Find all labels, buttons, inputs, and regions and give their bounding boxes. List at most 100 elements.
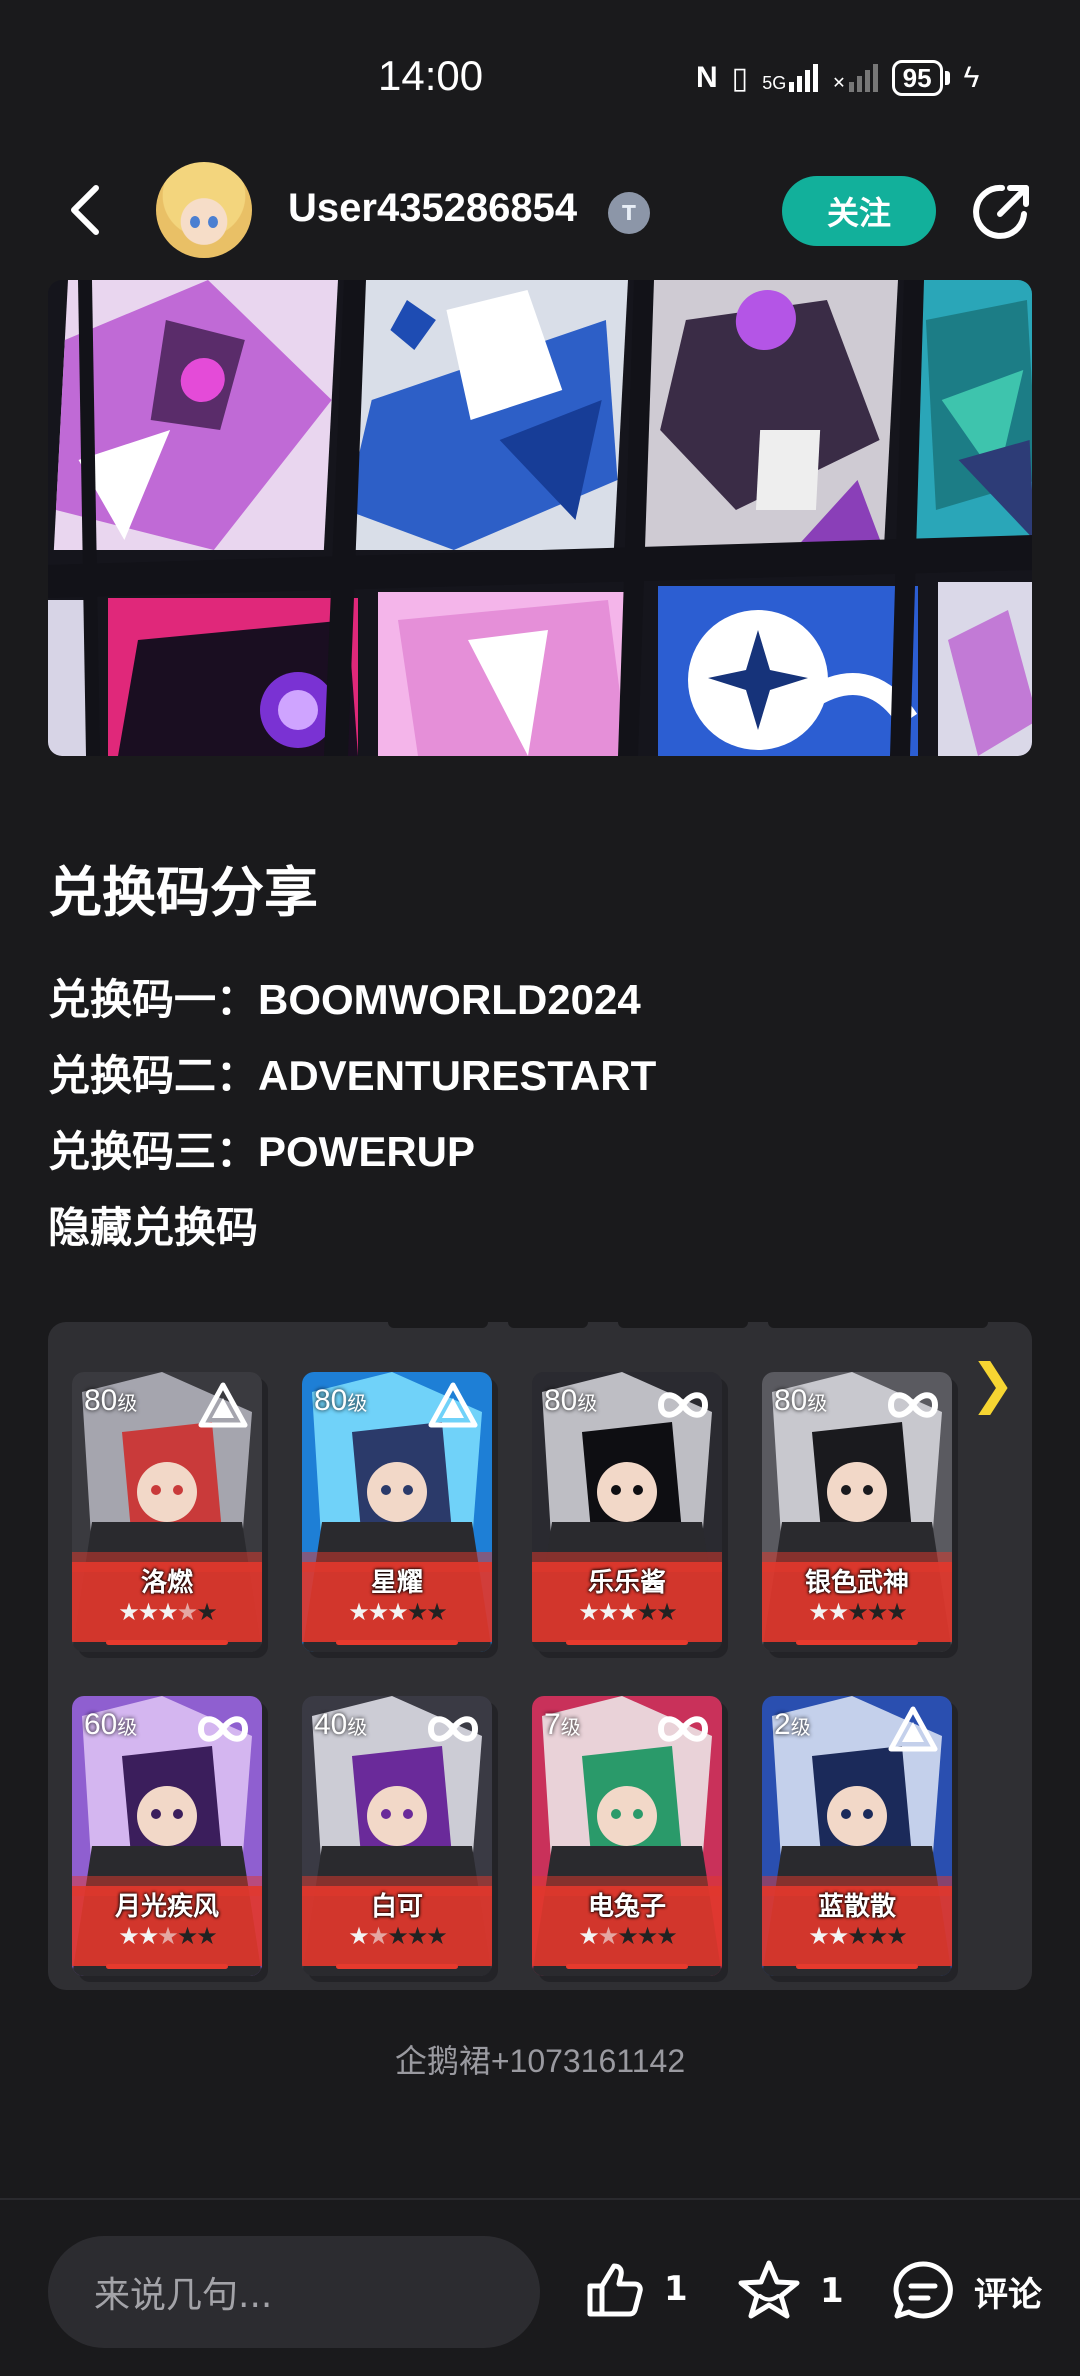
character-card[interactable]: 7级 电兔子 ★★★★★	[532, 1696, 722, 1976]
character-card[interactable]: 60级 月光疾风 ★★★★★	[72, 1696, 262, 1976]
star-icon: ★	[827, 1922, 849, 1950]
thumbs-up-icon	[587, 2263, 643, 2317]
triangle-icon	[884, 1704, 942, 1754]
like-button[interactable]: 1	[584, 2258, 688, 2320]
star-rating: ★★★★★	[302, 1598, 492, 1626]
star-icon: ★	[866, 1598, 888, 1626]
star-icon: ★	[656, 1922, 677, 1950]
battery-level: 95	[891, 60, 943, 96]
character-name: 蓝散散	[817, 1892, 896, 1922]
avatar[interactable]	[156, 162, 252, 258]
star-icon: ★	[137, 1598, 159, 1626]
star-icon: ★	[176, 1922, 198, 1950]
banner-image[interactable]	[48, 280, 1032, 756]
username[interactable]: User435286854	[288, 186, 577, 231]
infinity-icon	[424, 1704, 482, 1754]
next-arrow-icon: ❯	[970, 1352, 1016, 1415]
redeem-code-2: 兑换码二：ADVENTURESTART	[48, 1052, 657, 1099]
like-count: 1	[664, 2269, 688, 2309]
network-type-label: 5G	[762, 73, 787, 93]
star-rating: ★★★★★	[532, 1598, 722, 1626]
star-icon: ★	[866, 1922, 888, 1950]
character-card[interactable]: 80级 银色武神 ★★★★★	[762, 1372, 952, 1652]
character-level: 40级	[314, 1708, 368, 1741]
star-icon: ★	[886, 1922, 907, 1950]
card-divider	[566, 1964, 688, 1969]
card-divider	[566, 1640, 688, 1645]
character-card[interactable]: 80级 星耀 ★★★★★	[302, 1372, 492, 1652]
triangle-icon	[194, 1380, 252, 1430]
character-name: 星耀	[370, 1568, 423, 1598]
signal-no-sim-icon: ✕	[832, 64, 878, 92]
battery-icon: 95	[891, 60, 950, 96]
redeem-code-1: 兑换码一：BOOMWORLD2024	[48, 976, 641, 1023]
hidden-redeem-code: 隐藏兑换码	[48, 1204, 259, 1251]
star-icon: ★	[656, 1598, 677, 1626]
character-level: 80级	[84, 1384, 138, 1417]
status-icons: N ▯ 5G ✕ 95 ϟ	[696, 60, 979, 96]
card-divider	[796, 1964, 918, 1969]
follow-button[interactable]: 关注	[782, 176, 936, 246]
charging-icon: ϟ	[963, 61, 980, 94]
star-rating: ★★★★★	[532, 1922, 722, 1950]
favorite-button[interactable]: 1	[736, 2258, 844, 2324]
star-icon: ★	[597, 1922, 619, 1950]
star-icon: ★	[196, 1598, 217, 1626]
character-name: 洛燃	[140, 1568, 193, 1598]
star-rating: ★★★★★	[762, 1598, 952, 1626]
star-icon	[738, 2260, 800, 2319]
star-icon: ★	[426, 1598, 447, 1626]
star-icon: ★	[827, 1598, 849, 1626]
card-divider	[106, 1640, 228, 1645]
star-icon: ★	[636, 1922, 658, 1950]
star-icon: ★	[157, 1598, 178, 1626]
triangle-icon	[424, 1380, 482, 1430]
character-name: 电兔子	[587, 1892, 666, 1922]
star-icon: ★	[636, 1598, 658, 1626]
star-icon: ★	[118, 1922, 139, 1950]
nfc-icon: N	[696, 61, 718, 94]
star-icon: ★	[387, 1922, 408, 1950]
back-button[interactable]	[56, 180, 116, 240]
card-divider	[336, 1640, 458, 1645]
star-icon: ★	[348, 1598, 369, 1626]
comment-label: 评论	[974, 2274, 1042, 2315]
article-title: 兑换码分享	[48, 861, 318, 924]
star-icon: ★	[406, 1598, 428, 1626]
star-icon: ★	[157, 1922, 178, 1950]
character-level: 80级	[544, 1384, 598, 1417]
character-card[interactable]: 80级乐乐酱 ★★★★★	[532, 1372, 722, 1652]
character-card[interactable]: 2级 蓝散散 ★★★★★	[762, 1696, 952, 1976]
star-icon: ★	[367, 1598, 389, 1626]
star-icon: ★	[578, 1922, 599, 1950]
redeem-code-3: 兑换码三：POWERUP	[48, 1128, 476, 1175]
character-roster-image[interactable]: ❯ 80级 洛燃 ★★★★★ 80级 星耀 ★★★★★ 80级 乐乐酱 ★★★★★ 80级 银色武神…	[48, 1322, 1032, 1990]
star-icon: ★	[406, 1922, 428, 1950]
star-icon: ★	[597, 1598, 619, 1626]
character-name: 乐乐酱	[587, 1568, 666, 1598]
banner-artwork	[48, 280, 1032, 756]
star-rating: ★★★★★	[302, 1922, 492, 1950]
card-divider	[796, 1640, 918, 1645]
favorite-count: 1	[820, 2271, 844, 2311]
star-icon: ★	[196, 1922, 217, 1950]
infinity-icon	[654, 1704, 712, 1754]
status-time: 14:00	[378, 52, 484, 99]
star-icon: ★	[886, 1598, 907, 1626]
star-icon: ★	[176, 1598, 198, 1626]
status-bar: 14:00 N ▯ 5G ✕ 95 ϟ	[0, 0, 1080, 150]
star-icon: ★	[118, 1598, 139, 1626]
character-level: 7级	[544, 1708, 581, 1741]
character-card[interactable]: 40级 白可 ★★★★★	[302, 1696, 492, 1976]
star-rating: ★★★★★	[762, 1922, 952, 1950]
comment-input[interactable]: 来说几句...	[48, 2236, 540, 2348]
star-icon: ★	[348, 1922, 369, 1950]
share-button[interactable]	[970, 180, 1034, 244]
star-icon: ★	[617, 1922, 638, 1950]
star-icon: ★	[137, 1922, 159, 1950]
comment-button[interactable]: 评论	[890, 2258, 1042, 2324]
star-icon: ★	[847, 1922, 868, 1950]
chevron-left-icon	[71, 185, 99, 235]
share-icon	[973, 184, 1029, 239]
character-card[interactable]: 80级 洛燃 ★★★★★	[72, 1372, 262, 1652]
